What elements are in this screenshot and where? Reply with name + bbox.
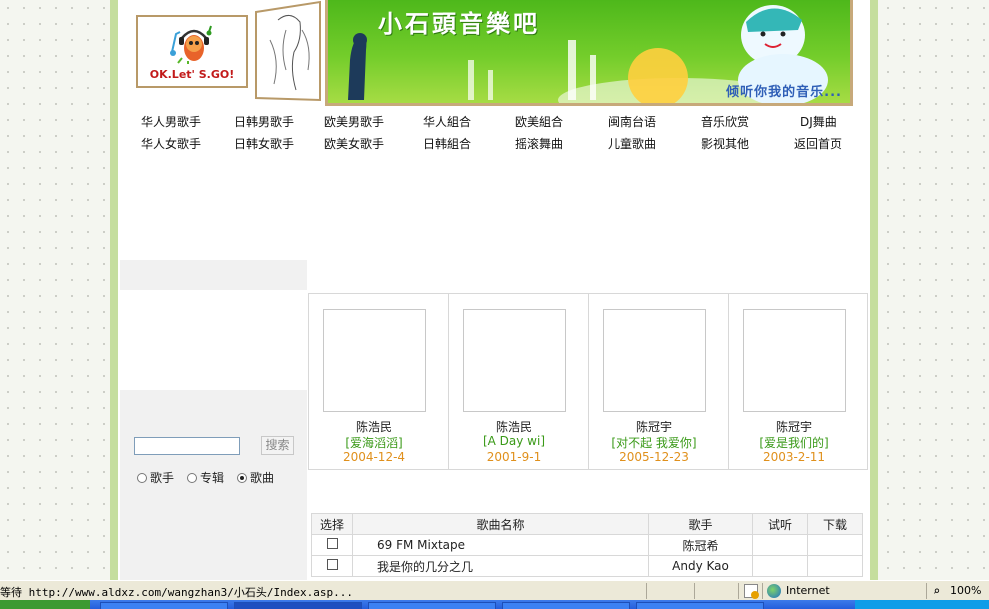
status-divider <box>926 583 927 599</box>
nav-item-chinese-group[interactable]: 华人組合 <box>423 113 471 130</box>
radio-label: 歌曲 <box>250 471 275 485</box>
nav-item-chinese-female[interactable]: 华人女歌手 <box>141 135 201 152</box>
zoom-level[interactable]: 100% <box>950 584 981 597</box>
windows-taskbar <box>0 600 989 609</box>
taskbar-item[interactable] <box>368 602 496 609</box>
nav-item-music-appreciation[interactable]: 音乐欣赏 <box>701 113 749 130</box>
album-artist[interactable]: 陈冠宇 <box>589 418 719 435</box>
album-artist[interactable]: 陈浩民 <box>449 418 579 435</box>
radio-label: 歌手 <box>150 471 175 485</box>
sketch-illustration <box>250 0 326 105</box>
radio-circle[interactable] <box>137 473 147 483</box>
album-card[interactable]: 陈浩民 [A Day wi] 2001-9-1 <box>449 294 589 469</box>
radio-album[interactable]: 专辑 <box>187 469 224 486</box>
radio-circle-selected[interactable] <box>237 473 247 483</box>
search-button[interactable]: 搜索 <box>261 436 294 455</box>
security-zone: Internet <box>786 584 830 597</box>
nav-item-minnan[interactable]: 闽南台语 <box>608 113 656 130</box>
nav-item-jk-male[interactable]: 日韩男歌手 <box>234 113 294 130</box>
song-name[interactable]: 我是你的几分之几 <box>352 555 649 577</box>
download-cell[interactable] <box>807 534 863 556</box>
nav-item-western-female[interactable]: 欧美女歌手 <box>324 135 384 152</box>
left-panel-header <box>120 260 307 290</box>
status-text: 等待 http://www.aldxz.com/wangzhan3/小石头/In… <box>0 586 354 599</box>
song-name[interactable]: 69 FM Mixtape <box>352 534 649 556</box>
status-divider <box>694 583 695 599</box>
radio-circle[interactable] <box>187 473 197 483</box>
banner-slogan: 倾听你我的音乐... <box>726 85 842 100</box>
logo-text: OK.Let' S.GO! <box>149 68 235 81</box>
download-cell[interactable] <box>807 555 863 577</box>
column-header: 歌手 <box>648 513 753 535</box>
album-name[interactable]: [爱海滔滔] <box>309 434 439 451</box>
browser-status-bar: 等待 http://www.aldxz.com/wangzhan3/小石头/In… <box>0 580 989 600</box>
album-cover[interactable] <box>603 309 706 412</box>
zoom-icon[interactable]: ⌕ <box>933 584 940 598</box>
header-banner: 小石頭音樂吧 倾听你我的音乐... <box>325 0 853 106</box>
nav-item-film[interactable]: 影视其他 <box>701 135 749 152</box>
song-singer[interactable]: 陈冠希 <box>648 534 753 556</box>
listen-cell[interactable] <box>752 534 808 556</box>
select-cell <box>311 555 353 577</box>
column-header: 选择 <box>311 513 353 535</box>
status-divider <box>762 583 763 599</box>
nav-item-children[interactable]: 儿童歌曲 <box>608 135 656 152</box>
listen-cell[interactable] <box>752 555 808 577</box>
start-button[interactable] <box>0 600 90 609</box>
web-page: OK.Let' S.GO! 小石頭音樂吧 倾听你我的音乐... 华人男歌手 日韩… <box>118 0 870 580</box>
search-input[interactable] <box>134 437 240 455</box>
nav-item-western-group[interactable]: 欧美組合 <box>515 113 563 130</box>
song-checkbox[interactable] <box>326 559 338 570</box>
album-artist[interactable]: 陈浩民 <box>309 418 439 435</box>
select-cell <box>311 534 353 556</box>
taskbar-item[interactable] <box>502 602 630 609</box>
album-card[interactable]: 陈浩民 [爱海滔滔] 2004-12-4 <box>309 294 449 469</box>
taskbar-item[interactable] <box>636 602 764 609</box>
album-date: 2004-12-4 <box>342 450 406 464</box>
album-card[interactable]: 陈冠宇 [对不起 我爱你] 2005-12-23 <box>589 294 729 469</box>
system-tray <box>855 600 989 609</box>
song-singer[interactable]: Andy Kao <box>648 555 753 577</box>
album-artist[interactable]: 陈冠宇 <box>729 418 859 435</box>
album-name[interactable]: [A Day wi] <box>449 434 579 448</box>
internet-globe-icon <box>767 584 781 598</box>
music-mascot-icon <box>170 25 212 64</box>
album-grid: 陈浩民 [爱海滔滔] 2004-12-4 陈浩民 [A Day wi] 2001… <box>308 293 868 470</box>
radio-singer[interactable]: 歌手 <box>137 469 174 486</box>
nav-item-rock[interactable]: 摇滚舞曲 <box>515 135 563 152</box>
radio-label: 专辑 <box>200 471 225 485</box>
banner-title: 小石頭音樂吧 <box>378 9 540 38</box>
table-row: 我是你的几分之几 Andy Kao <box>311 555 863 577</box>
album-date: 2005-12-23 <box>619 450 689 464</box>
table-row: 69 FM Mixtape 陈冠希 <box>311 534 863 556</box>
nav-item-home[interactable]: 返回首页 <box>794 135 842 152</box>
status-divider <box>738 583 739 599</box>
album-card[interactable]: 陈冠宇 [爱是我们的] 2003-2-11 <box>729 294 869 469</box>
album-date: 2001-9-1 <box>486 450 542 464</box>
song-checkbox[interactable] <box>326 538 338 549</box>
album-date: 2003-2-11 <box>762 450 826 464</box>
taskbar-item[interactable] <box>100 602 228 609</box>
status-divider <box>646 583 647 599</box>
nav-item-western-male[interactable]: 欧美男歌手 <box>324 113 384 130</box>
nav-item-chinese-male[interactable]: 华人男歌手 <box>141 113 201 130</box>
nav-item-jk-female[interactable]: 日韩女歌手 <box>234 135 294 152</box>
column-header: 下载 <box>807 513 863 535</box>
security-warning-icon[interactable] <box>744 584 759 599</box>
site-logo[interactable]: OK.Let' S.GO! <box>136 15 248 88</box>
album-cover[interactable] <box>463 309 566 412</box>
album-cover[interactable] <box>743 309 846 412</box>
album-cover[interactable] <box>323 309 426 412</box>
taskbar-item-active[interactable] <box>234 602 362 609</box>
nav-item-jk-group[interactable]: 日韩組合 <box>423 135 471 152</box>
column-header: 试听 <box>752 513 808 535</box>
album-name[interactable]: [对不起 我爱你] <box>589 434 719 451</box>
album-name[interactable]: [爱是我们的] <box>729 434 859 451</box>
nav-item-dj[interactable]: DJ舞曲 <box>800 113 837 130</box>
column-header: 歌曲名称 <box>352 513 649 535</box>
song-table: 选择 歌曲名称 歌手 试听 下载 69 FM Mixtape 陈冠希 我是你的几… <box>311 513 863 577</box>
radio-song[interactable]: 歌曲 <box>237 469 274 486</box>
table-header-row: 选择 歌曲名称 歌手 试听 下载 <box>311 513 863 535</box>
